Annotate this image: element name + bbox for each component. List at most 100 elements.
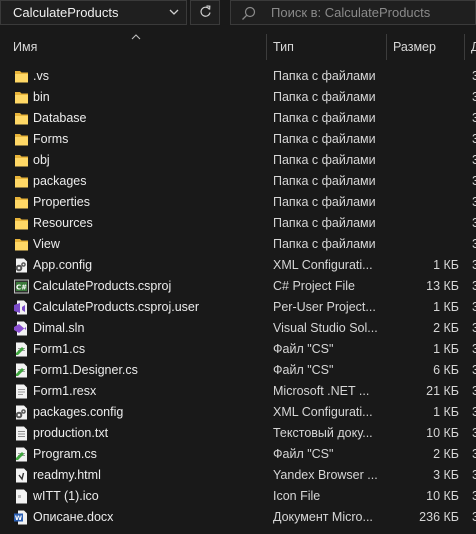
file-name: packages [33, 174, 87, 188]
address-bar[interactable]: CalculateProducts [0, 0, 187, 25]
file-type: Per-User Project... [273, 300, 376, 314]
file-row[interactable]: packages Папка с файлами 3 [0, 171, 476, 192]
file-row[interactable]: Program.cs Файл "CS" 2 КБ 3 [0, 444, 476, 465]
column-header-type[interactable]: Тип [273, 34, 294, 60]
svg-text:W: W [15, 514, 22, 522]
file-date: 3 [472, 300, 476, 314]
folder-icon [13, 173, 30, 190]
sort-ascending-icon [131, 30, 141, 44]
ico-file-icon [13, 488, 30, 505]
file-name: Form1.resx [33, 384, 97, 398]
file-date: 3 [472, 132, 476, 146]
file-row[interactable]: Database Папка с файлами 3 [0, 108, 476, 129]
cs-file-icon [13, 362, 30, 379]
csproj-file-icon: C# [13, 278, 30, 295]
file-name: obj [33, 153, 50, 167]
cs-file-icon [13, 341, 30, 358]
file-row[interactable]: Form1.resx Microsoft .NET ... 21 КБ 3 [0, 381, 476, 402]
file-name: Resources [33, 216, 93, 230]
file-type: Папка с файлами [273, 111, 376, 125]
file-name: .vs [33, 69, 49, 83]
folder-icon [13, 152, 30, 169]
svg-text:C#: C# [16, 284, 27, 292]
file-date: 3 [472, 405, 476, 419]
file-name: Form1.cs [33, 342, 86, 356]
file-size: 1 КБ [433, 258, 459, 272]
column-divider[interactable] [266, 34, 267, 60]
file-row[interactable]: packages.config XML Configurati... 1 КБ 3 [0, 402, 476, 423]
file-list: .vs Папка с файлами 3 bin Папка с файлами 3 Da… [0, 66, 476, 528]
chevron-down-icon[interactable] [161, 1, 186, 24]
file-date: 3 [472, 426, 476, 440]
file-type: Папка с файлами [273, 153, 376, 167]
file-type: Папка с файлами [273, 195, 376, 209]
file-date: 3 [472, 384, 476, 398]
file-date: 3 [472, 69, 476, 83]
file-row[interactable]: readmy.html Yandex Browser ... 3 КБ 3 [0, 465, 476, 486]
file-name: Program.cs [33, 447, 97, 461]
file-date: 3 [472, 258, 476, 272]
refresh-icon [199, 4, 212, 21]
file-row[interactable]: .vs Папка с файлами 3 [0, 66, 476, 87]
file-name: Form1.Designer.cs [33, 363, 138, 377]
file-name: CalculateProducts.csproj.user [33, 300, 200, 314]
file-date: 3 [472, 237, 476, 251]
file-row[interactable]: C# CalculateProducts.csproj C# Project Fil… [0, 276, 476, 297]
file-row[interactable]: obj Папка с файлами 3 [0, 150, 476, 171]
file-row[interactable]: Dimal.sln Visual Studio Sol... 2 КБ 3 [0, 318, 476, 339]
file-type: XML Configurati... [273, 258, 373, 272]
file-size: 1 КБ [433, 300, 459, 314]
file-type: Папка с файлами [273, 216, 376, 230]
file-type: Документ Micro... [273, 510, 373, 524]
file-name: Dimal.sln [33, 321, 85, 335]
file-row[interactable]: Form1.cs Файл "CS" 1 КБ 3 [0, 339, 476, 360]
file-row[interactable]: Form1.Designer.cs Файл "CS" 6 КБ 3 [0, 360, 476, 381]
file-type: Папка с файлами [273, 237, 376, 251]
file-row[interactable]: Forms Папка с файлами 3 [0, 129, 476, 150]
folder-icon [13, 68, 30, 85]
search-input[interactable]: Поиск в: CalculateProducts [271, 5, 430, 20]
file-type: Папка с файлами [273, 69, 376, 83]
file-name: App.config [33, 258, 93, 272]
folder-icon [13, 194, 30, 211]
file-row[interactable]: View Папка с файлами 3 [0, 234, 476, 255]
column-header-date[interactable]: Д [471, 34, 476, 60]
file-row[interactable]: CalculateProducts.csproj.user Per-User Pr… [0, 297, 476, 318]
file-date: 3 [472, 216, 476, 230]
column-header-size[interactable]: Размер [393, 34, 436, 60]
file-row[interactable]: production.txt Текстовый доку... 10 КБ 3 [0, 423, 476, 444]
csproj-user-file-icon [13, 299, 30, 316]
file-row[interactable]: Resources Папка с файлами 3 [0, 213, 476, 234]
refresh-button[interactable] [190, 0, 220, 25]
file-date: 3 [472, 90, 476, 104]
file-date: 3 [472, 447, 476, 461]
column-header-name[interactable]: Имя [13, 34, 37, 60]
file-row[interactable]: Properties Папка с файлами 3 [0, 192, 476, 213]
file-type: Файл "CS" [273, 342, 334, 356]
column-divider[interactable] [464, 34, 465, 60]
file-name: Properties [33, 195, 90, 209]
column-divider[interactable] [386, 34, 387, 60]
file-type: Текстовый доку... [273, 426, 373, 440]
file-row[interactable]: App.config XML Configurati... 1 КБ 3 [0, 255, 476, 276]
file-date: 3 [472, 174, 476, 188]
search-box[interactable]: Поиск в: CalculateProducts [230, 0, 476, 25]
folder-icon [13, 215, 30, 232]
file-type: Папка с файлами [273, 132, 376, 146]
file-type: Папка с файлами [273, 90, 376, 104]
file-type: Visual Studio Sol... [273, 321, 378, 335]
search-icon [241, 6, 256, 24]
file-name: packages.config [33, 405, 124, 419]
file-row[interactable]: wITT (1).ico Icon File 10 КБ 3 [0, 486, 476, 507]
file-row[interactable]: bin Папка с файлами 3 [0, 87, 476, 108]
file-date: 3 [472, 195, 476, 209]
toolbar: CalculateProducts Поиск в: CalculateProd… [0, 0, 476, 26]
text-file-icon [13, 425, 30, 442]
file-date: 3 [472, 363, 476, 377]
file-size: 6 КБ [433, 363, 459, 377]
file-type: Icon File [273, 489, 321, 503]
file-size: 3 КБ [433, 468, 459, 482]
file-row[interactable]: W Описане.docx Документ Micro... 236 КБ 3 [0, 507, 476, 528]
file-name: bin [33, 90, 50, 104]
html-file-icon [13, 467, 30, 484]
